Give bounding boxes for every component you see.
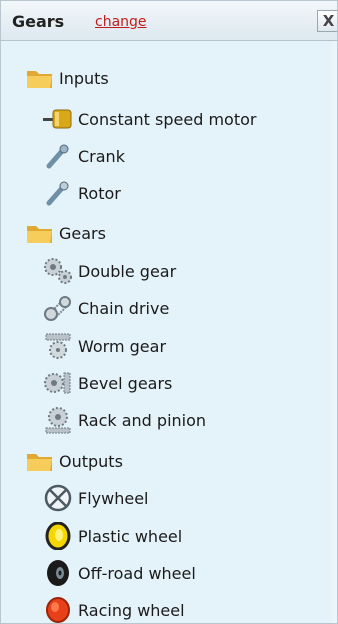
- rotor-icon: [43, 178, 73, 208]
- offroad-wheel-icon: [43, 558, 73, 588]
- item-double-gear[interactable]: Double gear: [43, 256, 176, 286]
- item-flywheel[interactable]: Flywheel: [43, 483, 148, 513]
- close-button[interactable]: X: [317, 10, 337, 32]
- folder-icon: [25, 446, 55, 476]
- flywheel-icon: [43, 483, 73, 513]
- chain-drive-icon: [43, 293, 73, 323]
- folder-icon: [25, 218, 55, 248]
- item-label: Chain drive: [78, 298, 170, 318]
- folder-label: Inputs: [59, 68, 109, 88]
- worm-gear-icon: [43, 331, 73, 361]
- folder-icon: [25, 63, 55, 93]
- panel-title: Gears: [12, 12, 65, 31]
- item-label: Double gear: [78, 261, 177, 281]
- folder-outputs[interactable]: Outputs: [25, 446, 123, 476]
- folder-gears[interactable]: Gears: [25, 218, 106, 248]
- folder-label: Outputs: [59, 451, 123, 471]
- item-label: Racing wheel: [78, 600, 185, 620]
- gears-panel: Gears change X Inputs Constant speed mot…: [0, 0, 338, 624]
- scroll-edge: [329, 41, 337, 623]
- double-gear-icon: [43, 256, 73, 286]
- item-label: Rack and pinion: [78, 410, 207, 430]
- item-label: Flywheel: [78, 488, 149, 508]
- crank-icon: [43, 141, 73, 171]
- racing-wheel-icon: [43, 595, 73, 623]
- item-label: Constant speed motor: [78, 109, 257, 129]
- folder-label: Gears: [59, 223, 106, 243]
- item-label: Crank: [78, 146, 125, 166]
- item-label: Worm gear: [78, 336, 167, 356]
- panel-header: Gears change X: [1, 1, 337, 41]
- item-label: Plastic wheel: [78, 526, 183, 546]
- item-rotor[interactable]: Rotor: [43, 178, 121, 208]
- item-racing-wheel[interactable]: Racing wheel: [43, 595, 185, 623]
- item-worm-gear[interactable]: Worm gear: [43, 331, 166, 361]
- item-crank[interactable]: Crank: [43, 141, 125, 171]
- rack-and-pinion-icon: [43, 405, 73, 435]
- motor-icon: [43, 104, 73, 134]
- bevel-gears-icon: [43, 368, 73, 398]
- item-rack-and-pinion[interactable]: Rack and pinion: [43, 405, 206, 435]
- plastic-wheel-icon: [43, 521, 73, 551]
- change-link[interactable]: change: [95, 14, 147, 30]
- item-offroad-wheel[interactable]: Off-road wheel: [43, 558, 196, 588]
- folder-inputs[interactable]: Inputs: [25, 63, 109, 93]
- item-label: Bevel gears: [78, 373, 173, 393]
- item-label: Off-road wheel: [78, 563, 196, 583]
- item-label: Rotor: [78, 183, 121, 203]
- item-plastic-wheel[interactable]: Plastic wheel: [43, 521, 182, 551]
- item-constant-speed-motor[interactable]: Constant speed motor: [43, 104, 256, 134]
- item-bevel-gears[interactable]: Bevel gears: [43, 368, 172, 398]
- item-chain-drive[interactable]: Chain drive: [43, 293, 169, 323]
